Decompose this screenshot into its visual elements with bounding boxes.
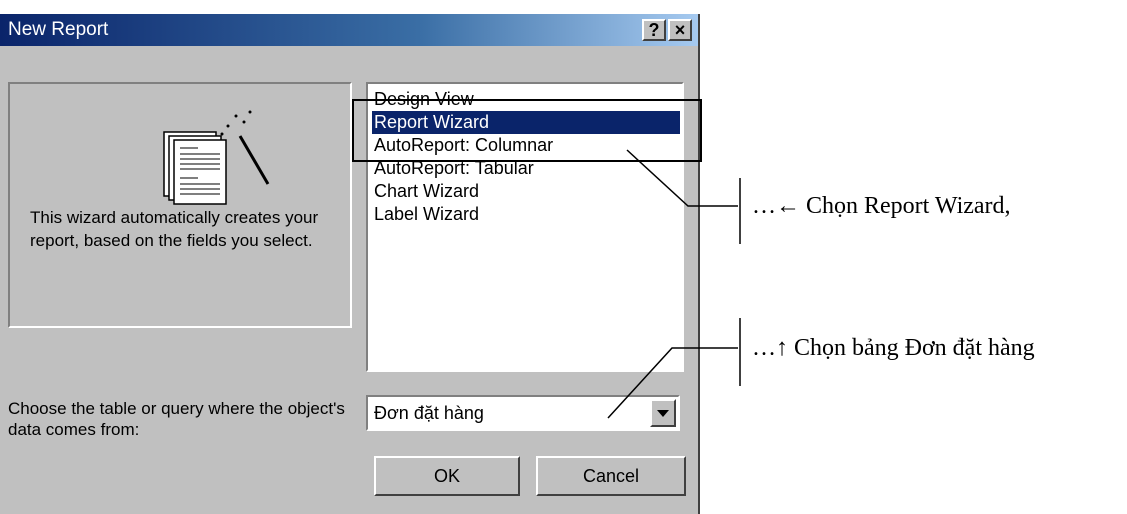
title-bar: New Report ? ×	[0, 14, 698, 46]
list-item-label-wizard[interactable]: Label Wizard	[374, 203, 479, 226]
table-query-value[interactable]: Đơn đặt hàng	[374, 403, 484, 424]
cancel-button[interactable]: Cancel	[536, 456, 686, 496]
dialog-title: New Report	[8, 19, 109, 40]
report-wizard-highlight-box	[352, 99, 702, 162]
source-prompt: Choose the table or query where the obje…	[8, 399, 345, 439]
close-button[interactable]: ×	[668, 19, 692, 41]
ok-button[interactable]: OK	[374, 456, 520, 496]
table-query-combo[interactable]: Đơn đặt hàng	[366, 395, 680, 431]
list-item-chart-wizard[interactable]: Chart Wizard	[374, 180, 479, 203]
magic-wand-icon	[220, 110, 270, 185]
annotation-select-table: …↑ Chọn bảng Đơn đặt hàng	[752, 335, 1035, 361]
wizard-description: This wizard automatically creates your r…	[30, 208, 319, 250]
new-report-dialog: New Report ? × This wizard automatically…	[0, 14, 702, 514]
dropdown-arrow-icon[interactable]	[650, 399, 676, 427]
annotation-select-report-wizard: …← Chọn Report Wizard,	[752, 193, 1011, 219]
help-button[interactable]: ?	[642, 19, 666, 41]
preview-panel: This wizard automatically creates your r…	[8, 82, 352, 328]
report-wizard-icon	[163, 110, 270, 205]
report-pages-icon	[163, 131, 227, 205]
